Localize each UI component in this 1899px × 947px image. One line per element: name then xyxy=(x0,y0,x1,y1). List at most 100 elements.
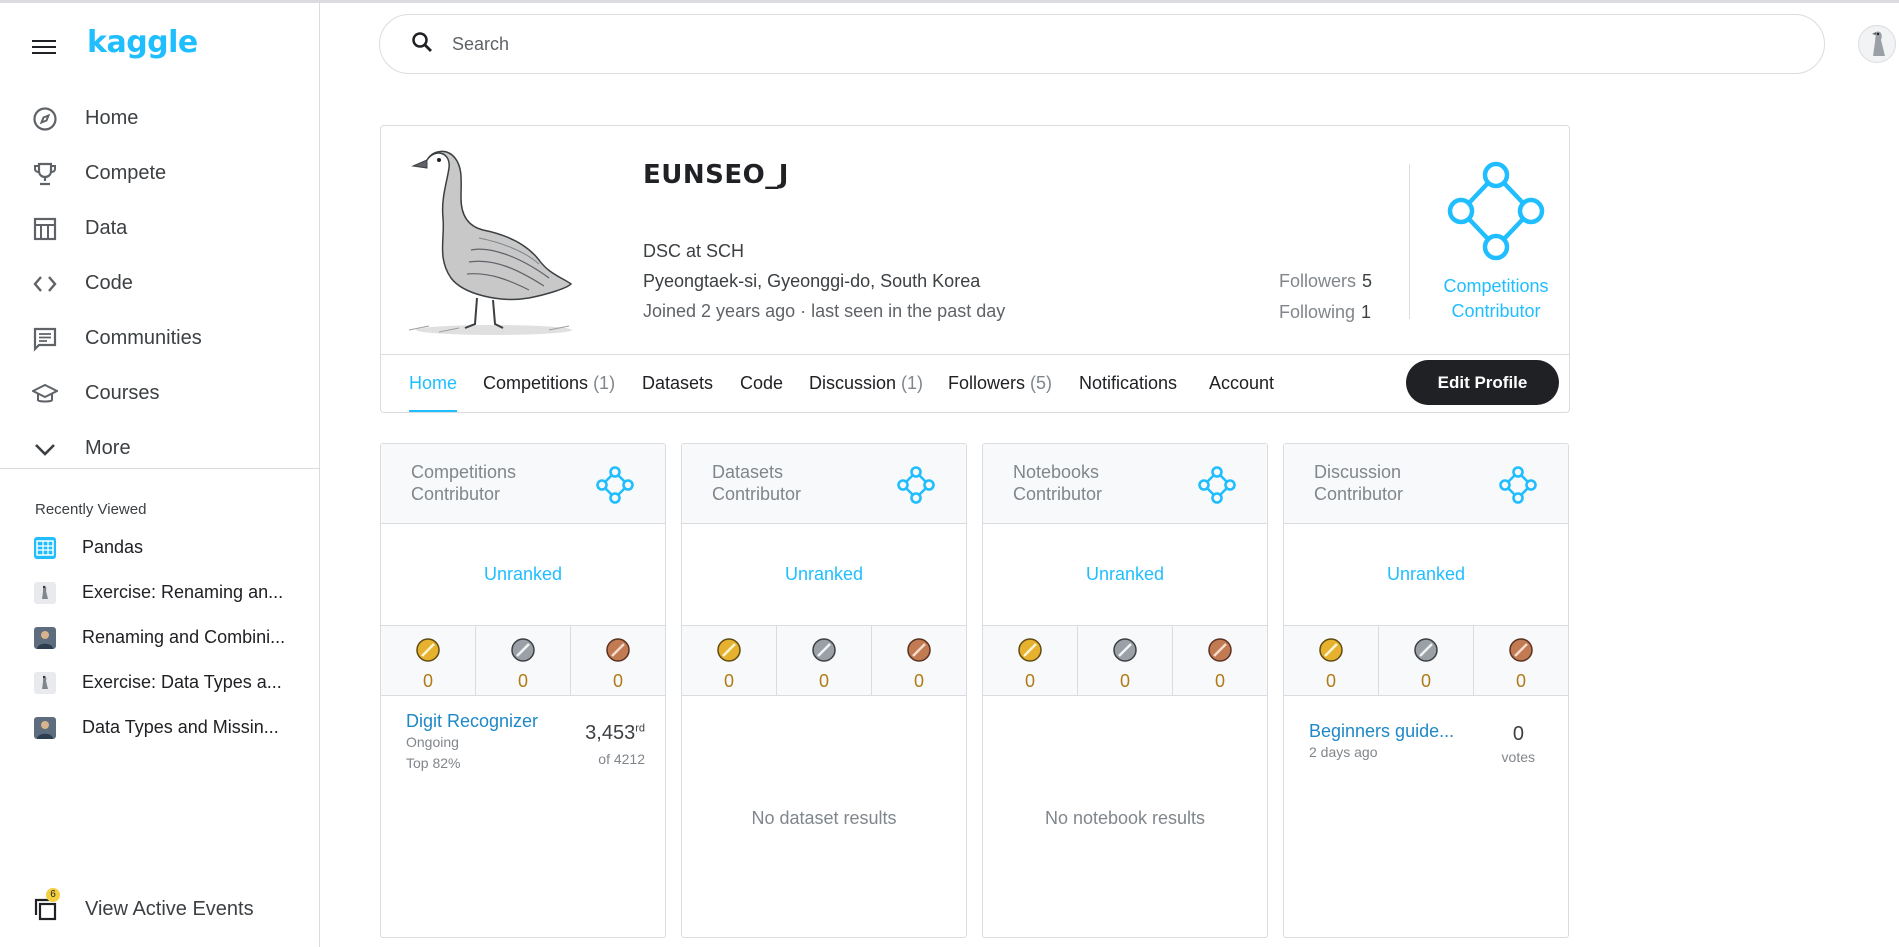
card-title: Datasets Contributor xyxy=(712,462,802,504)
competition-link[interactable]: Digit Recognizer xyxy=(406,711,538,732)
tab-label: Account xyxy=(1209,373,1275,393)
view-active-events-button[interactable]: 6 View Active Events xyxy=(32,888,254,922)
contributor-tier-icon xyxy=(596,466,634,509)
silver-count: 0 xyxy=(1119,671,1130,691)
card-rank[interactable]: Unranked xyxy=(1284,524,1568,626)
card-header: Datasets Contributor xyxy=(682,444,966,524)
vote-count: 0 xyxy=(1512,723,1524,745)
events-label: View Active Events xyxy=(85,897,254,920)
bronze-medal: 0 xyxy=(1173,626,1267,695)
silver-medal: 0 xyxy=(1379,626,1474,695)
gold-medal-icon xyxy=(716,638,742,667)
profile-tabs: Home Competitions (1) Datasets Code Disc… xyxy=(381,354,1569,412)
bronze-medal-icon xyxy=(1207,638,1233,667)
sidebar-item-home[interactable]: Home xyxy=(0,91,320,146)
list-item-label: Renaming and Combini... xyxy=(82,627,286,647)
competition-rank: 3,453rd xyxy=(585,722,645,745)
discussion-link[interactable]: Beginners guide... xyxy=(1309,721,1454,742)
recently-viewed-list: Pandas Exercise: Renaming an... Renaming… xyxy=(34,525,314,750)
followers-count: 5 xyxy=(1362,271,1373,291)
medal-counts: 0 0 0 xyxy=(1284,626,1568,696)
medal-counts: 0 0 0 xyxy=(682,626,966,696)
tab-home[interactable]: Home xyxy=(409,355,458,412)
tab-account[interactable]: Account xyxy=(1209,355,1274,412)
rank-suffix: rd xyxy=(635,722,645,735)
gold-medal: 0 xyxy=(381,626,476,695)
competition-total: of 4212 xyxy=(598,751,645,767)
gold-count: 0 xyxy=(723,671,734,691)
tab-label: Home xyxy=(409,373,458,393)
following-label: Following xyxy=(1279,302,1356,322)
list-item-label: Exercise: Renaming an... xyxy=(82,582,284,602)
sidebar: kaggle Home Compete Data Code Communitie… xyxy=(0,3,320,947)
rank-value: 3,453 xyxy=(585,722,636,744)
sidebar-nav: Home Compete Data Code Communities Cours… xyxy=(0,91,320,476)
tab-notifications[interactable]: Notifications xyxy=(1079,355,1177,412)
card-header: Competitions Contributor xyxy=(381,444,665,524)
avatar[interactable] xyxy=(1858,25,1896,63)
card-title: Notebooks Contributor xyxy=(1013,462,1103,504)
silver-count: 0 xyxy=(818,671,829,691)
tab-datasets[interactable]: Datasets xyxy=(642,355,713,412)
discussion-card: Discussion Contributor Unranked 0 0 0 Be… xyxy=(1283,443,1569,938)
sidebar-item-compete[interactable]: Compete xyxy=(0,146,320,201)
competition-top: Top 82% xyxy=(406,755,461,771)
card-body: No dataset results xyxy=(682,696,966,937)
tab-label: Competitions xyxy=(483,373,589,393)
bronze-count: 0 xyxy=(1214,671,1225,691)
tab-code[interactable]: Code xyxy=(740,355,783,412)
person-thumb-icon xyxy=(34,716,56,739)
search-input[interactable] xyxy=(452,33,1752,55)
following-stat[interactable]: Following 1 xyxy=(1279,297,1372,328)
profile-location: Pyeongtaek-si, Gyeonggi-do, South Korea xyxy=(643,271,981,291)
contributor-tier-icon xyxy=(1444,161,1548,265)
tab-followers[interactable]: Followers (5) xyxy=(948,355,1052,412)
trophy-icon xyxy=(32,161,58,187)
tier-label-line: Contributor xyxy=(1451,301,1541,321)
card-rank[interactable]: Unranked xyxy=(983,524,1267,626)
sidebar-item-communities[interactable]: Communities xyxy=(0,311,320,366)
profile-card: EUNSEO_J DSC at SCH Pyeongtaek-si, Gyeon… xyxy=(380,125,1570,413)
sidebar-item-label: Compete xyxy=(85,162,167,184)
menu-icon[interactable] xyxy=(32,37,56,57)
silver-medal: 0 xyxy=(476,626,571,695)
followers-stat[interactable]: Followers 5 xyxy=(1279,266,1372,297)
bronze-medal: 0 xyxy=(1474,626,1568,695)
card-rank[interactable]: Unranked xyxy=(381,524,665,626)
list-item[interactable]: Pandas xyxy=(34,525,314,570)
card-title: Discussion Contributor xyxy=(1314,462,1404,504)
list-item[interactable]: Data Types and Missin... xyxy=(34,705,314,750)
comment-icon xyxy=(32,326,58,352)
sidebar-item-courses[interactable]: Courses xyxy=(0,366,320,421)
list-item[interactable]: Renaming and Combini... xyxy=(34,615,314,660)
recently-viewed-title: Recently Viewed xyxy=(35,501,147,518)
list-item[interactable]: Exercise: Renaming an... xyxy=(34,570,314,615)
card-header: Notebooks Contributor xyxy=(983,444,1267,524)
competitions-card: Competitions Contributor Unranked 0 0 0 … xyxy=(380,443,666,938)
card-header: Discussion Contributor xyxy=(1284,444,1568,524)
vote-label: votes xyxy=(1501,749,1535,765)
gold-medal: 0 xyxy=(983,626,1078,695)
tab-competitions[interactable]: Competitions (1) xyxy=(483,355,615,412)
list-item-label: Pandas xyxy=(82,537,144,557)
tab-count: (5) xyxy=(1030,373,1053,393)
tab-discussion[interactable]: Discussion (1) xyxy=(809,355,923,412)
table-icon xyxy=(32,216,58,242)
goose-thumb-icon xyxy=(34,581,56,604)
sidebar-item-label: Communities xyxy=(85,327,202,349)
sidebar-item-code[interactable]: Code xyxy=(0,256,320,311)
events-icon: 6 xyxy=(32,888,60,922)
tab-count: (1) xyxy=(901,373,924,393)
silver-medal-icon xyxy=(510,638,536,667)
discussion-time: 2 days ago xyxy=(1309,744,1378,760)
list-item-label: Data Types and Missin... xyxy=(82,717,279,737)
list-item[interactable]: Exercise: Data Types a... xyxy=(34,660,314,705)
search-bar[interactable] xyxy=(379,14,1825,74)
card-rank[interactable]: Unranked xyxy=(682,524,966,626)
sidebar-item-label: Courses xyxy=(85,382,160,404)
tier-label: Competitions Contributor xyxy=(1421,274,1571,324)
kaggle-logo[interactable]: kaggle xyxy=(87,25,198,60)
edit-profile-button[interactable]: Edit Profile xyxy=(1406,360,1559,405)
sidebar-item-data[interactable]: Data xyxy=(0,201,320,256)
profile-occupation: DSC at SCH xyxy=(643,241,745,261)
